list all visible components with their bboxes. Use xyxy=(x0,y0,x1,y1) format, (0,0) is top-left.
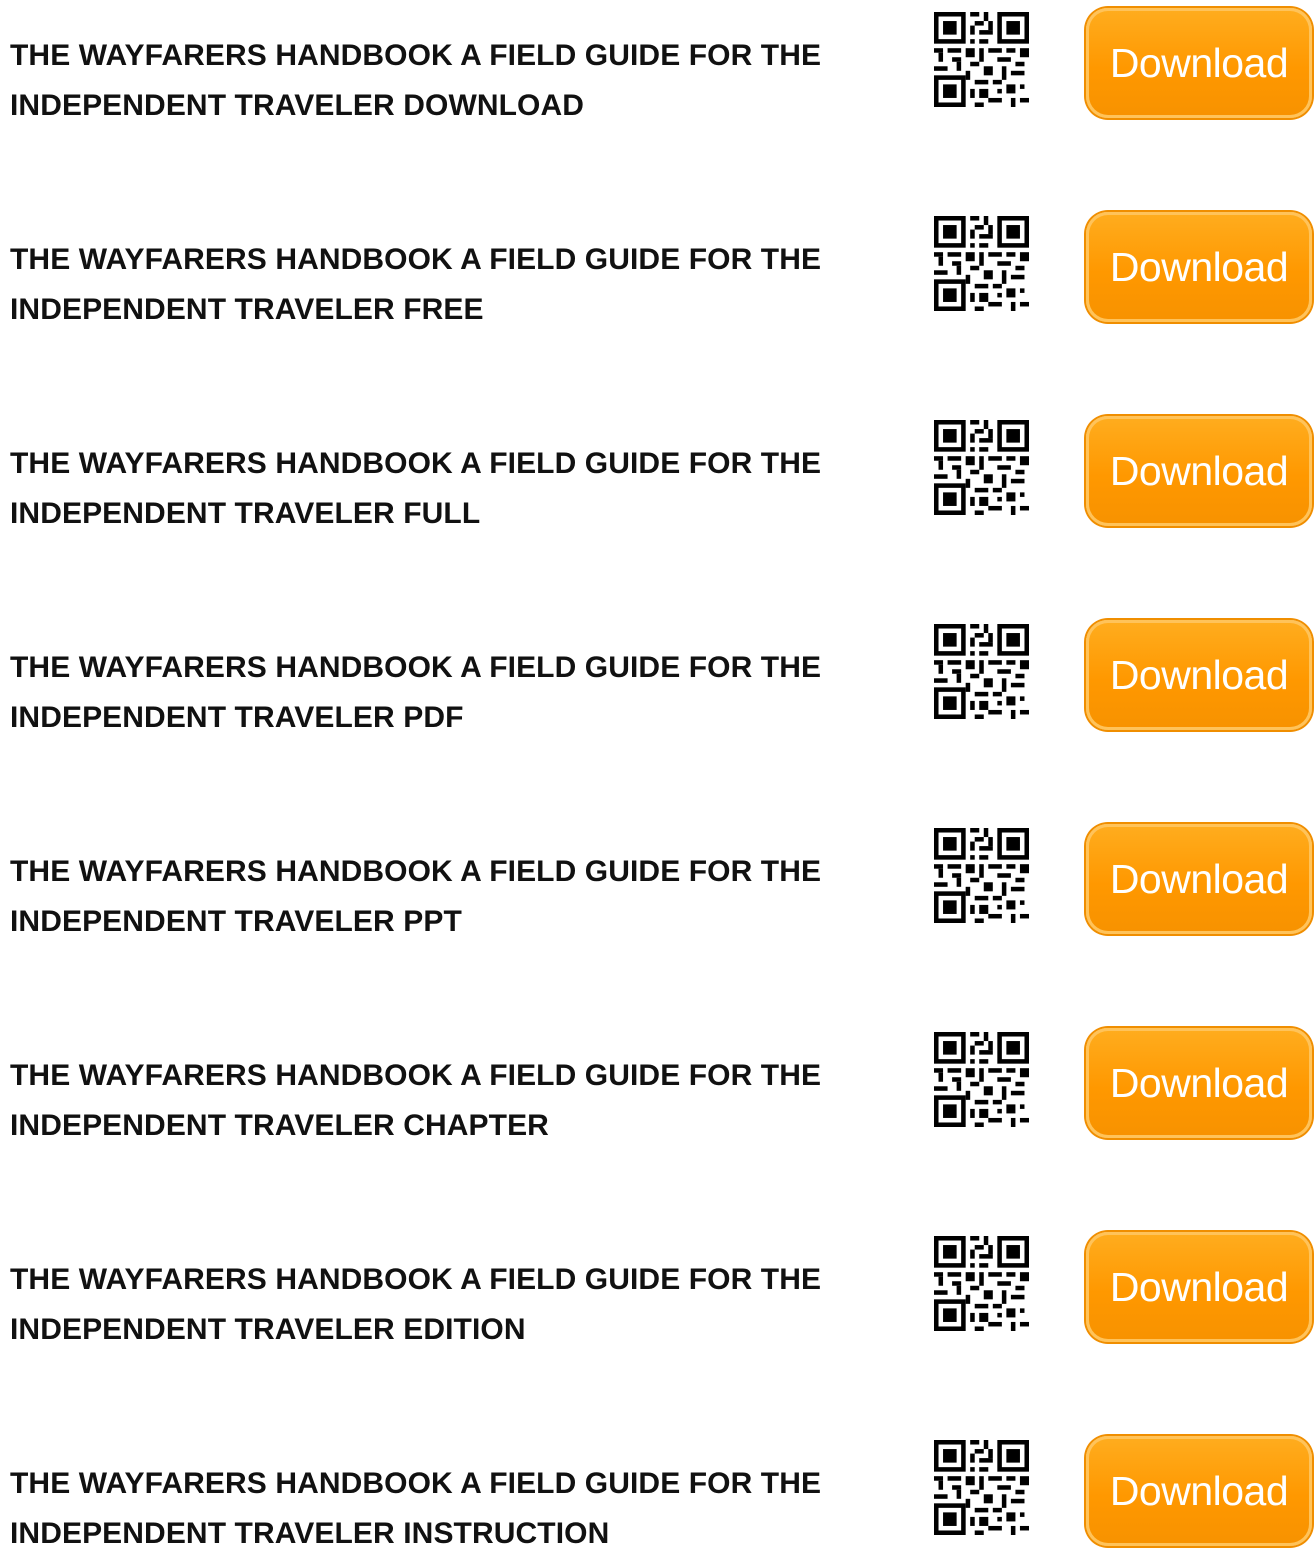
download-button-label: Download xyxy=(1109,1059,1289,1106)
item-title: THE WAYFARERS HANDBOOK A FIELD GUIDE FOR… xyxy=(10,1051,900,1151)
item-title-line1: THE WAYFARERS HANDBOOK A FIELD GUIDE FOR… xyxy=(10,447,822,480)
list-item: THE WAYFARERS HANDBOOK A FIELD GUIDE FOR… xyxy=(0,0,1316,130)
item-title-line1: THE WAYFARERS HANDBOOK A FIELD GUIDE FOR… xyxy=(10,1059,822,1092)
item-title-line2: INDEPENDENT TRAVELER PDF xyxy=(10,701,464,734)
item-title-line1: THE WAYFARERS HANDBOOK A FIELD GUIDE FOR… xyxy=(10,1263,822,1296)
item-title-line2: INDEPENDENT TRAVELER FREE xyxy=(10,293,484,326)
list-item: THE WAYFARERS HANDBOOK A FIELD GUIDE FOR… xyxy=(0,408,1316,538)
download-button[interactable]: Download xyxy=(1086,824,1312,934)
qr-code-icon xyxy=(934,624,1029,719)
qr-code-icon xyxy=(934,1440,1029,1535)
item-title: THE WAYFARERS HANDBOOK A FIELD GUIDE FOR… xyxy=(10,235,900,335)
download-button[interactable]: Download xyxy=(1086,416,1312,526)
download-button[interactable]: Download xyxy=(1086,1232,1312,1342)
download-button-label: Download xyxy=(1109,1263,1289,1310)
download-button-label: Download xyxy=(1109,1467,1289,1514)
list-item: THE WAYFARERS HANDBOOK A FIELD GUIDE FOR… xyxy=(0,1224,1316,1354)
list-item: THE WAYFARERS HANDBOOK A FIELD GUIDE FOR… xyxy=(0,612,1316,742)
download-button[interactable]: Download xyxy=(1086,212,1312,322)
item-title-line1: THE WAYFARERS HANDBOOK A FIELD GUIDE FOR… xyxy=(10,39,822,72)
item-title-line2: INDEPENDENT TRAVELER EDITION xyxy=(10,1313,526,1346)
download-button-label: Download xyxy=(1109,39,1289,86)
item-title: THE WAYFARERS HANDBOOK A FIELD GUIDE FOR… xyxy=(10,1255,900,1355)
qr-code-icon xyxy=(934,216,1029,311)
download-button[interactable]: Download xyxy=(1086,1028,1312,1138)
item-title-line2: INDEPENDENT TRAVELER FULL xyxy=(10,497,481,530)
download-button-label: Download xyxy=(1109,855,1289,902)
list-item: THE WAYFARERS HANDBOOK A FIELD GUIDE FOR… xyxy=(0,1428,1316,1558)
item-title-line2: INDEPENDENT TRAVELER PPT xyxy=(10,905,462,938)
qr-code-icon xyxy=(934,420,1029,515)
item-title-line1: THE WAYFARERS HANDBOOK A FIELD GUIDE FOR… xyxy=(10,651,822,684)
list-item: THE WAYFARERS HANDBOOK A FIELD GUIDE FOR… xyxy=(0,1020,1316,1150)
item-title: THE WAYFARERS HANDBOOK A FIELD GUIDE FOR… xyxy=(10,847,900,947)
download-button[interactable]: Download xyxy=(1086,8,1312,118)
download-button-label: Download xyxy=(1109,243,1289,290)
qr-code-icon xyxy=(934,828,1029,923)
download-button[interactable]: Download xyxy=(1086,620,1312,730)
download-button[interactable]: Download xyxy=(1086,1436,1312,1546)
item-title: THE WAYFARERS HANDBOOK A FIELD GUIDE FOR… xyxy=(10,1459,900,1559)
qr-code-icon xyxy=(934,1032,1029,1127)
list-item: THE WAYFARERS HANDBOOK A FIELD GUIDE FOR… xyxy=(0,204,1316,334)
item-title-line1: THE WAYFARERS HANDBOOK A FIELD GUIDE FOR… xyxy=(10,1467,822,1500)
qr-code-icon xyxy=(934,12,1029,107)
item-title-line2: INDEPENDENT TRAVELER INSTRUCTION xyxy=(10,1517,610,1550)
item-title-line1: THE WAYFARERS HANDBOOK A FIELD GUIDE FOR… xyxy=(10,243,822,276)
item-title: THE WAYFARERS HANDBOOK A FIELD GUIDE FOR… xyxy=(10,31,900,131)
item-title: THE WAYFARERS HANDBOOK A FIELD GUIDE FOR… xyxy=(10,643,900,743)
download-button-label: Download xyxy=(1109,447,1289,494)
download-button-label: Download xyxy=(1109,651,1289,698)
item-title: THE WAYFARERS HANDBOOK A FIELD GUIDE FOR… xyxy=(10,439,900,539)
item-title-line2: INDEPENDENT TRAVELER DOWNLOAD xyxy=(10,89,585,122)
qr-code-icon xyxy=(934,1236,1029,1331)
list-item: THE WAYFARERS HANDBOOK A FIELD GUIDE FOR… xyxy=(0,816,1316,946)
item-title-line2: INDEPENDENT TRAVELER CHAPTER xyxy=(10,1109,549,1142)
item-title-line1: THE WAYFARERS HANDBOOK A FIELD GUIDE FOR… xyxy=(10,855,822,888)
